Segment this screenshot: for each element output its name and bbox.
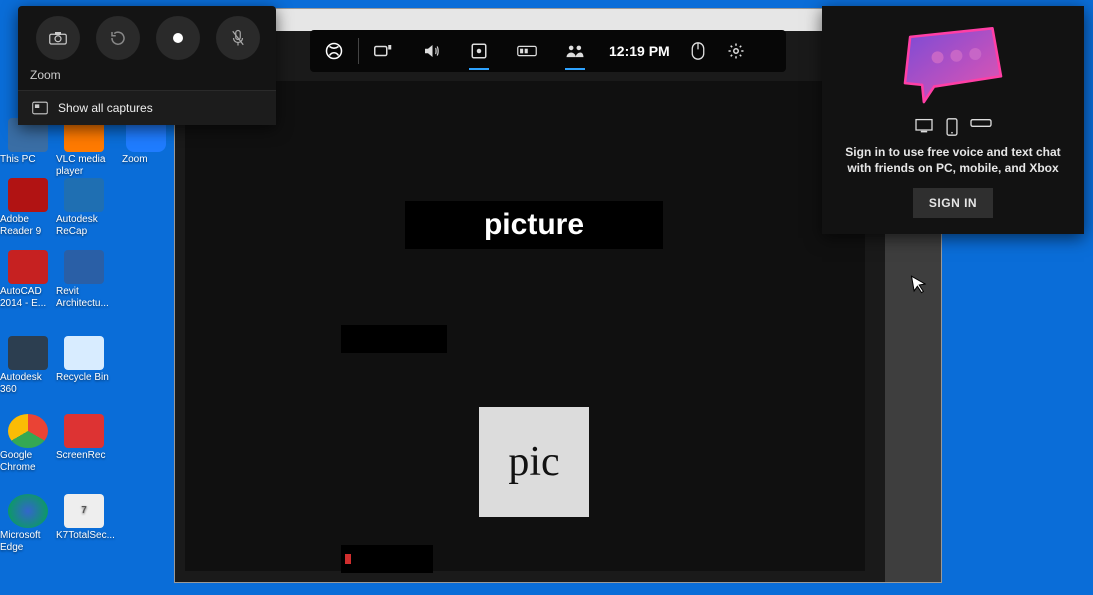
desktop-icon-autocad[interactable]: AutoCAD 2014 - E... [0,250,56,310]
desktop-icon-vlc[interactable]: VLC media player [56,118,112,178]
social-icon[interactable] [551,30,599,72]
pic-thumbnail: pic [479,407,589,517]
desktop-icon-zoom[interactable]: Zoom [122,118,170,166]
picture-label: picture [405,201,663,249]
refresh-icon [109,29,127,47]
gamebar-clock: 12:19 PM [599,43,680,59]
xbox-social-card: Sign in to use free voice and text chat … [822,6,1084,234]
capture-widget: Zoom Show all captures [18,6,276,125]
mic-off-icon [230,29,246,47]
desktop-icon-this-pc[interactable]: This PC [0,118,56,166]
xbox-icon[interactable] [310,30,358,72]
black-rect-1 [341,325,447,353]
resources-icon[interactable] [503,30,551,72]
social-message: Sign in to use free voice and text chat … [836,144,1070,176]
gear-icon[interactable] [716,30,756,72]
sign-in-button[interactable]: SIGN IN [913,188,993,218]
capture-widget-icon[interactable] [359,30,407,72]
record-icon [173,33,183,43]
pc-icon [914,118,934,136]
mouse-icon[interactable] [680,30,716,72]
record-dot-icon [345,554,351,564]
mobile-icon [946,118,958,136]
show-all-captures-button[interactable]: Show all captures [18,90,276,125]
show-all-captures-label: Show all captures [58,101,153,115]
audio-icon[interactable] [407,30,455,72]
record-last-button[interactable] [96,16,140,60]
gallery-icon [32,101,48,115]
desktop-icon-k7[interactable]: 7 K7TotalSec... [56,494,112,542]
desktop-icon-chrome[interactable]: Google Chrome [0,414,56,474]
console-icon [970,118,992,136]
desktop-icon-screenrec[interactable]: ScreenRec [56,414,112,462]
gamebar-toolbar: 12:19 PM [310,30,786,72]
mic-toggle-button[interactable] [216,16,260,60]
desktop-icon-adobe-reader[interactable]: Adobe Reader 9 [0,178,56,238]
screenshot-button[interactable] [36,16,80,60]
desktop-icon-edge[interactable]: Microsoft Edge [0,494,56,554]
black-rect-2 [341,545,433,573]
capture-title: Zoom [28,60,266,90]
desktop-icon-revit[interactable]: Revit Architectu... [56,250,112,310]
chat-bubble-icon [836,18,1070,114]
start-recording-button[interactable] [156,16,200,60]
desktop-icon-recap[interactable]: Autodesk ReCap [56,178,112,238]
desktop-icon-recycle-bin[interactable]: Recycle Bin [56,336,112,384]
desktop-icon-autodesk360[interactable]: Autodesk 360 [0,336,56,396]
performance-icon[interactable] [455,30,503,72]
camera-icon [49,31,67,45]
content-area: picture pic [185,81,865,571]
